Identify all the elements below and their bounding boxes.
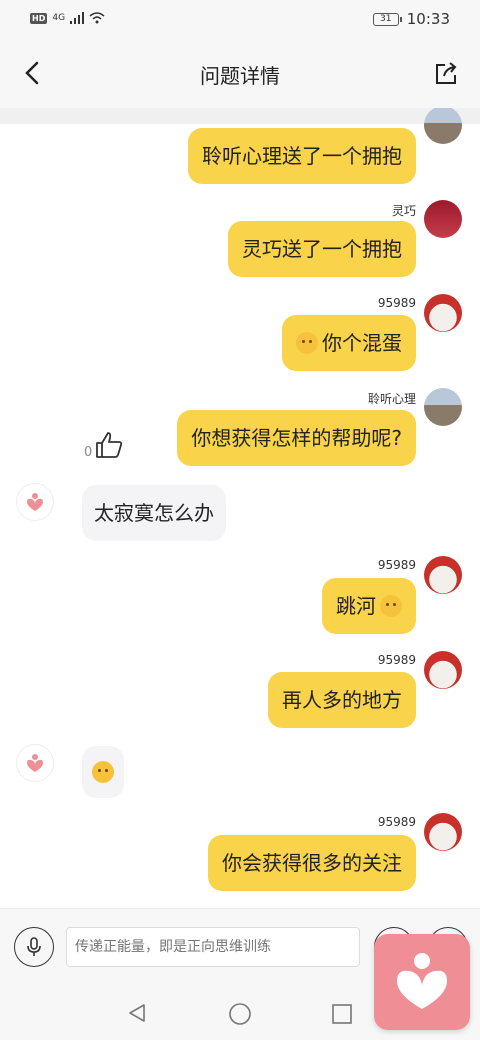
- thinking-face-emoji: [92, 761, 114, 783]
- message-text: 跳河: [336, 594, 376, 618]
- sender-name: 95989: [377, 653, 416, 667]
- chat-bubble-other[interactable]: 太寂寞怎么办: [82, 485, 226, 541]
- avatar[interactable]: [424, 556, 462, 594]
- avatar[interactable]: [424, 294, 462, 332]
- chat-bubble-self[interactable]: 你个混蛋: [282, 315, 416, 371]
- chat-bubble-other[interactable]: [82, 746, 124, 798]
- message-text: 你会获得很多的关注: [222, 851, 402, 875]
- page-title: 问题详情: [200, 64, 280, 88]
- status-bar: HD 4G 31 10:33: [0, 0, 480, 40]
- status-left: HD 4G: [30, 12, 105, 24]
- pouting-face-emoji: [296, 332, 318, 354]
- avatar[interactable]: [424, 108, 462, 144]
- chat-bubble-self[interactable]: 聆听心理送了一个拥抱: [188, 128, 416, 184]
- chat-bubble-self[interactable]: 跳河: [322, 578, 416, 634]
- heart-icon: [27, 493, 43, 511]
- status-right: 31 10:33: [372, 10, 450, 28]
- signal-icon: [70, 12, 85, 24]
- share-icon[interactable]: [432, 60, 460, 88]
- microphone-icon: [27, 937, 41, 956]
- message-text: 你想获得怎样的帮助呢?: [191, 426, 402, 450]
- avatar[interactable]: [424, 200, 462, 238]
- heart-icon: [27, 754, 43, 772]
- hd-badge: HD: [30, 12, 48, 24]
- wifi-icon: [89, 12, 105, 24]
- avatar[interactable]: [16, 744, 54, 782]
- home-circle-icon[interactable]: [228, 1002, 252, 1026]
- message-text: 再人多的地方: [282, 688, 402, 712]
- avatar[interactable]: [424, 813, 462, 851]
- clock: 10:33: [406, 10, 450, 28]
- back-triangle-icon[interactable]: [126, 1002, 148, 1024]
- chat-bubble-self[interactable]: 再人多的地方: [268, 672, 416, 728]
- avatar[interactable]: [424, 388, 462, 426]
- message-input[interactable]: [66, 927, 360, 967]
- avatar[interactable]: [424, 651, 462, 689]
- floating-heart-button[interactable]: [374, 934, 470, 1030]
- heart-person-icon: [397, 953, 447, 1009]
- message-text: 你个混蛋: [322, 331, 402, 355]
- chat-top-divider: [0, 108, 480, 124]
- avatar[interactable]: [16, 483, 54, 521]
- chat-list[interactable]: 聆听心理送了一个拥抱 灵巧 灵巧送了一个拥抱 95989 你个混蛋 聆听心理 你…: [0, 108, 480, 908]
- sender-name: 95989: [377, 815, 416, 829]
- sender-name: 聆听心理: [367, 392, 416, 406]
- pouting-face-emoji: [380, 595, 402, 617]
- nav-bar: 问题详情: [0, 40, 480, 108]
- chat-bubble-self[interactable]: 灵巧送了一个拥抱: [228, 221, 416, 277]
- sender-name: 95989: [377, 558, 416, 572]
- message-text: 灵巧送了一个拥抱: [242, 237, 402, 261]
- chat-bubble-self[interactable]: 你想获得怎样的帮助呢?: [177, 410, 416, 466]
- thumbs-up-icon: [96, 432, 123, 458]
- like-count: 0: [84, 445, 93, 460]
- battery-icon: 31: [372, 12, 402, 26]
- recents-square-icon[interactable]: [331, 1003, 353, 1025]
- sender-name: 95989: [377, 296, 416, 310]
- network-label: 4G: [52, 13, 66, 23]
- chat-bubble-self[interactable]: 你会获得很多的关注: [208, 835, 416, 891]
- message-text: 聆听心理送了一个拥抱: [202, 144, 402, 168]
- message-text: 太寂寞怎么办: [94, 501, 214, 525]
- voice-button[interactable]: [14, 927, 54, 967]
- like-button[interactable]: 0: [84, 430, 124, 460]
- sender-name: 灵巧: [391, 204, 416, 218]
